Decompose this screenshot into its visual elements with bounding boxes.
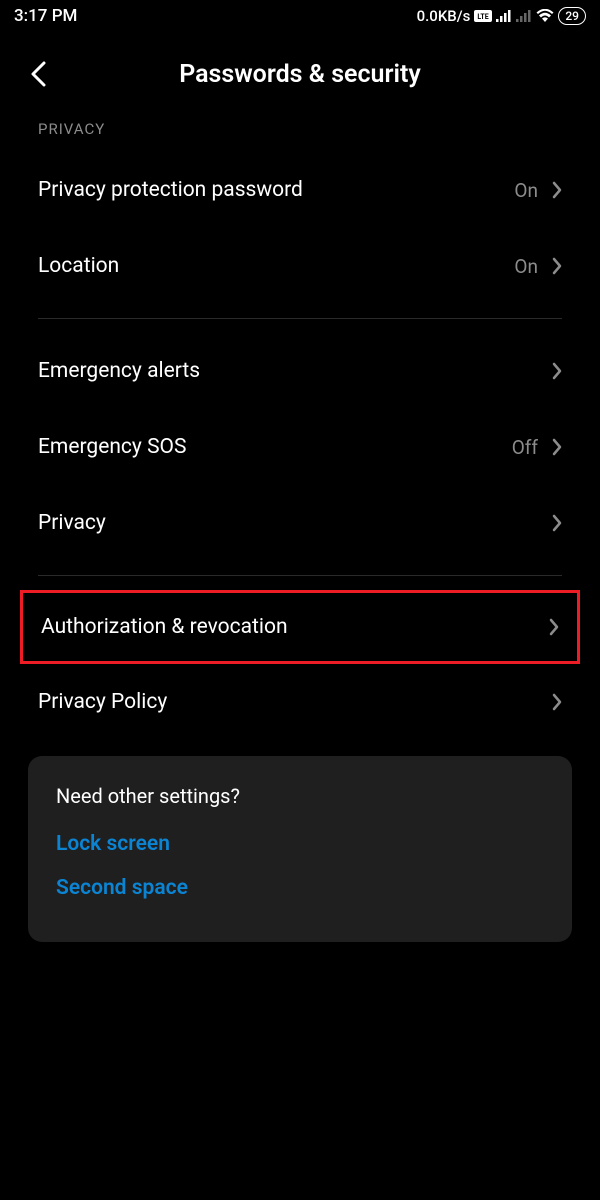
chevron-right-icon bbox=[552, 362, 562, 380]
card-title: Need other settings? bbox=[56, 784, 544, 808]
row-label: Emergency SOS bbox=[38, 435, 512, 459]
row-privacy-protection[interactable]: Privacy protection password On bbox=[0, 152, 600, 228]
row-emergency-alerts[interactable]: Emergency alerts bbox=[0, 333, 600, 409]
divider bbox=[38, 575, 562, 576]
row-label: Authorization & revocation bbox=[41, 615, 549, 639]
row-label: Privacy Policy bbox=[38, 690, 552, 714]
row-value: On bbox=[514, 179, 538, 202]
chevron-right-icon bbox=[552, 181, 562, 199]
network-speed: 0.0KB/s bbox=[417, 7, 471, 25]
row-emergency-sos[interactable]: Emergency SOS Off bbox=[0, 409, 600, 485]
chevron-right-icon bbox=[549, 618, 559, 636]
row-value: Off bbox=[512, 436, 538, 459]
battery-icon: 29 bbox=[558, 7, 586, 25]
row-location[interactable]: Location On bbox=[0, 228, 600, 304]
page-title: Passwords & security bbox=[20, 60, 580, 89]
status-bar: 3:17 PM 0.0KB/s LTE 29 bbox=[0, 0, 600, 30]
row-label: Location bbox=[38, 254, 514, 278]
link-second-space[interactable]: Second space bbox=[56, 876, 544, 900]
row-privacy[interactable]: Privacy bbox=[0, 485, 600, 561]
chevron-right-icon bbox=[552, 514, 562, 532]
divider bbox=[38, 318, 562, 319]
row-label: Privacy protection password bbox=[38, 178, 514, 202]
chevron-right-icon bbox=[552, 693, 562, 711]
chevron-right-icon bbox=[552, 257, 562, 275]
row-authorization-revocation[interactable]: Authorization & revocation bbox=[41, 615, 559, 639]
row-value: On bbox=[514, 255, 538, 278]
link-lock-screen[interactable]: Lock screen bbox=[56, 832, 544, 856]
other-settings-card: Need other settings? Lock screen Second … bbox=[28, 756, 572, 942]
svg-text:LTE: LTE bbox=[478, 13, 489, 21]
status-right: 0.0KB/s LTE 29 bbox=[417, 7, 586, 25]
header: Passwords & security bbox=[0, 30, 600, 120]
row-label: Emergency alerts bbox=[38, 359, 552, 383]
signal-icon bbox=[496, 10, 512, 22]
section-label: PRIVACY bbox=[0, 120, 600, 152]
highlight-box: Authorization & revocation bbox=[20, 590, 580, 664]
row-privacy-policy[interactable]: Privacy Policy bbox=[0, 664, 600, 740]
status-time: 3:17 PM bbox=[14, 6, 77, 26]
volte-icon: LTE bbox=[474, 10, 492, 22]
chevron-right-icon bbox=[552, 438, 562, 456]
signal-2-icon bbox=[516, 10, 532, 22]
wifi-icon bbox=[536, 9, 554, 23]
row-label: Privacy bbox=[38, 511, 552, 535]
